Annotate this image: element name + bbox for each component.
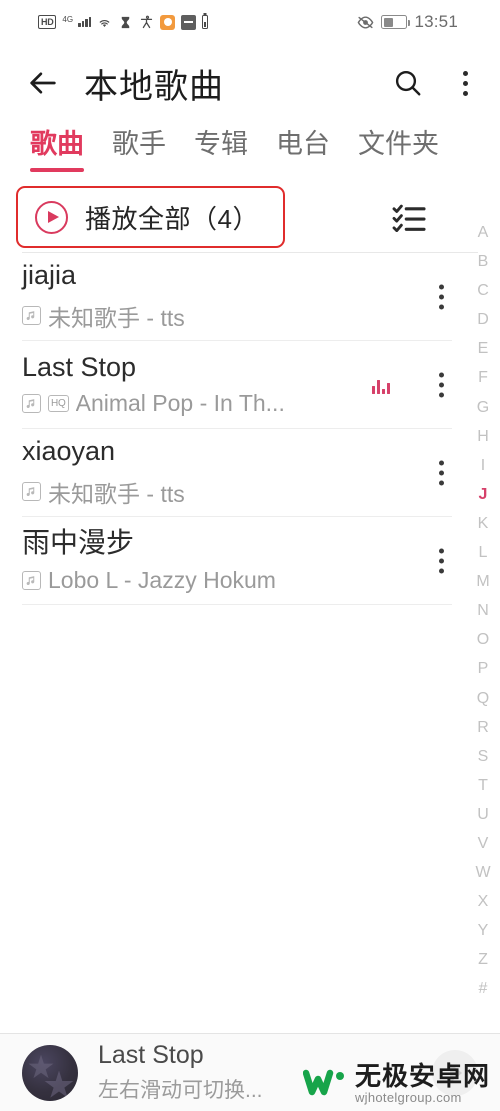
hd-badge-icon: HD <box>38 15 57 29</box>
alpha-index-letter-z[interactable]: Z <box>466 945 500 974</box>
alpha-index-letter-y[interactable]: Y <box>466 916 500 945</box>
alpha-index-letter-n[interactable]: N <box>466 596 500 625</box>
hourglass-icon <box>122 16 130 28</box>
dark-app-icon <box>181 14 197 30</box>
song-title: Last Stop <box>22 351 137 382</box>
battery-icon <box>381 15 411 29</box>
small-battery-icon <box>202 15 209 29</box>
song-menu-icon[interactable] <box>435 369 448 402</box>
song-title: 雨中漫步 <box>22 527 135 559</box>
network-type-label: 4G <box>62 14 74 24</box>
accessibility-icon <box>141 15 153 28</box>
tab-bar: 歌曲 歌手 专辑 电台 文件夹 <box>0 122 500 184</box>
song-row-2[interactable]: Last Stop HQ Animal Pop - In Th... <box>0 341 500 429</box>
alpha-index-letter-s[interactable]: S <box>466 742 500 771</box>
alpha-index-letter-p[interactable]: P <box>466 654 500 683</box>
orange-app-icon <box>160 14 176 30</box>
wifi-icon <box>100 19 110 27</box>
overflow-menu-icon[interactable] <box>457 67 474 100</box>
now-playing-title: Last Stop <box>98 1041 204 1069</box>
song-title: jiajia <box>22 260 77 291</box>
play-circle-icon <box>35 200 68 234</box>
alpha-index-letter-l[interactable]: L <box>466 538 500 567</box>
back-arrow-icon[interactable] <box>26 66 60 100</box>
alpha-index-letter-w[interactable]: W <box>466 858 500 887</box>
play-all-button[interactable]: 播放全部（4） <box>16 186 285 248</box>
alpha-index-letter-d[interactable]: D <box>466 305 500 334</box>
song-subtitle-row: 未知歌手 - tts <box>22 299 478 333</box>
alpha-index-letter-x[interactable]: X <box>466 887 500 916</box>
alpha-index-letter-q[interactable]: Q <box>466 684 500 713</box>
alpha-index-letter-t[interactable]: T <box>466 771 500 800</box>
song-title: xiaoyan <box>22 436 116 467</box>
now-playing-equalizer-icon <box>372 376 390 394</box>
album-art[interactable] <box>22 1044 78 1101</box>
alpha-index-letter-m[interactable]: M <box>466 567 500 596</box>
music-note-badge-icon <box>22 570 41 590</box>
music-note-badge-icon <box>22 394 41 414</box>
tab-artists[interactable]: 歌手 <box>112 122 166 172</box>
song-subtitle: 未知歌手 - tts <box>48 480 185 507</box>
song-row-1[interactable]: jiajia 未知歌手 - tts <box>0 253 500 341</box>
now-playing-bar[interactable]: Last Stop 左右滑动可切换... <box>0 1033 500 1111</box>
song-subtitle: Animal Pop - In Th... <box>75 390 285 417</box>
tab-albums[interactable]: 专辑 <box>194 122 248 172</box>
song-menu-icon[interactable] <box>435 457 448 490</box>
status-bar-clock: 13:51 <box>414 12 458 31</box>
play-all-label: 播放全部（4） <box>85 203 259 234</box>
eye-icon <box>358 15 374 29</box>
alpha-index-letter-r[interactable]: R <box>466 713 500 742</box>
song-subtitle: Lobo L - Jazzy Hokum <box>48 566 276 593</box>
status-bar-right-icons: 13:51 <box>357 12 458 32</box>
song-row-3[interactable]: xiaoyan 未知歌手 - tts <box>0 429 500 517</box>
alpha-index-letter-h[interactable]: H <box>466 422 500 451</box>
alpha-index-letter-u[interactable]: U <box>466 800 500 829</box>
now-playing-text: Last Stop 左右滑动可切换... <box>98 1041 263 1104</box>
signal-icon <box>78 17 92 27</box>
tab-radio[interactable]: 电台 <box>276 122 330 172</box>
play-all-row: 播放全部（4） <box>0 184 500 252</box>
status-bar: HD 4G 13:51 <box>0 0 500 44</box>
hq-badge-icon: HQ <box>48 395 69 413</box>
alpha-index-letter-a[interactable]: A <box>466 218 500 247</box>
app-screen: HD 4G 13:51 本地歌曲 歌曲 歌手 专辑 电台 文件夹 播放全部（4）… <box>0 0 500 1111</box>
alpha-index-letter-k[interactable]: K <box>466 509 500 538</box>
alpha-index-letter-i[interactable]: I <box>466 451 500 480</box>
multi-select-icon[interactable] <box>392 202 426 232</box>
alpha-index-letter-e[interactable]: E <box>466 334 500 363</box>
song-subtitle-row: HQ Animal Pop - In Th... <box>22 390 478 417</box>
alpha-index-letter-b[interactable]: B <box>466 247 500 276</box>
app-header: 本地歌曲 <box>0 44 500 122</box>
now-playing-hint: 左右滑动可切换... <box>98 1079 263 1102</box>
play-pause-button[interactable] <box>432 1049 478 1096</box>
alpha-index-letter-hash[interactable]: # <box>466 974 500 1003</box>
music-note-badge-icon <box>22 306 41 326</box>
song-list: jiajia 未知歌手 - tts Last Stop HQ Animal Po… <box>0 253 500 605</box>
song-subtitle-row: 未知歌手 - tts <box>22 475 478 509</box>
song-subtitle-row: Lobo L - Jazzy Hokum <box>22 567 478 594</box>
search-icon[interactable] <box>393 68 423 98</box>
status-bar-left-icons: HD 4G <box>38 14 209 30</box>
alpha-index-letter-o[interactable]: O <box>466 625 500 654</box>
music-note-badge-icon <box>22 482 41 502</box>
alpha-index-letter-f[interactable]: F <box>466 363 500 392</box>
alpha-index-letter-j[interactable]: J <box>466 480 500 509</box>
tab-folders[interactable]: 文件夹 <box>358 122 439 172</box>
alpha-index-letter-g[interactable]: G <box>466 393 500 422</box>
song-menu-icon[interactable] <box>435 545 448 578</box>
alpha-index-letter-v[interactable]: V <box>466 829 500 858</box>
page-title: 本地歌曲 <box>84 67 224 106</box>
alphabet-index-scrollbar[interactable]: A B C D E F G H I J K L M N O P Q R S T U V W X Y Z # <box>466 218 500 1004</box>
song-row-4[interactable]: 雨中漫步 Lobo L - Jazzy Hokum <box>0 517 500 605</box>
alpha-index-letter-c[interactable]: C <box>466 276 500 305</box>
header-actions <box>393 67 474 100</box>
song-subtitle: 未知歌手 - tts <box>48 304 185 331</box>
tab-songs[interactable]: 歌曲 <box>30 122 84 172</box>
song-menu-icon[interactable] <box>435 281 448 314</box>
